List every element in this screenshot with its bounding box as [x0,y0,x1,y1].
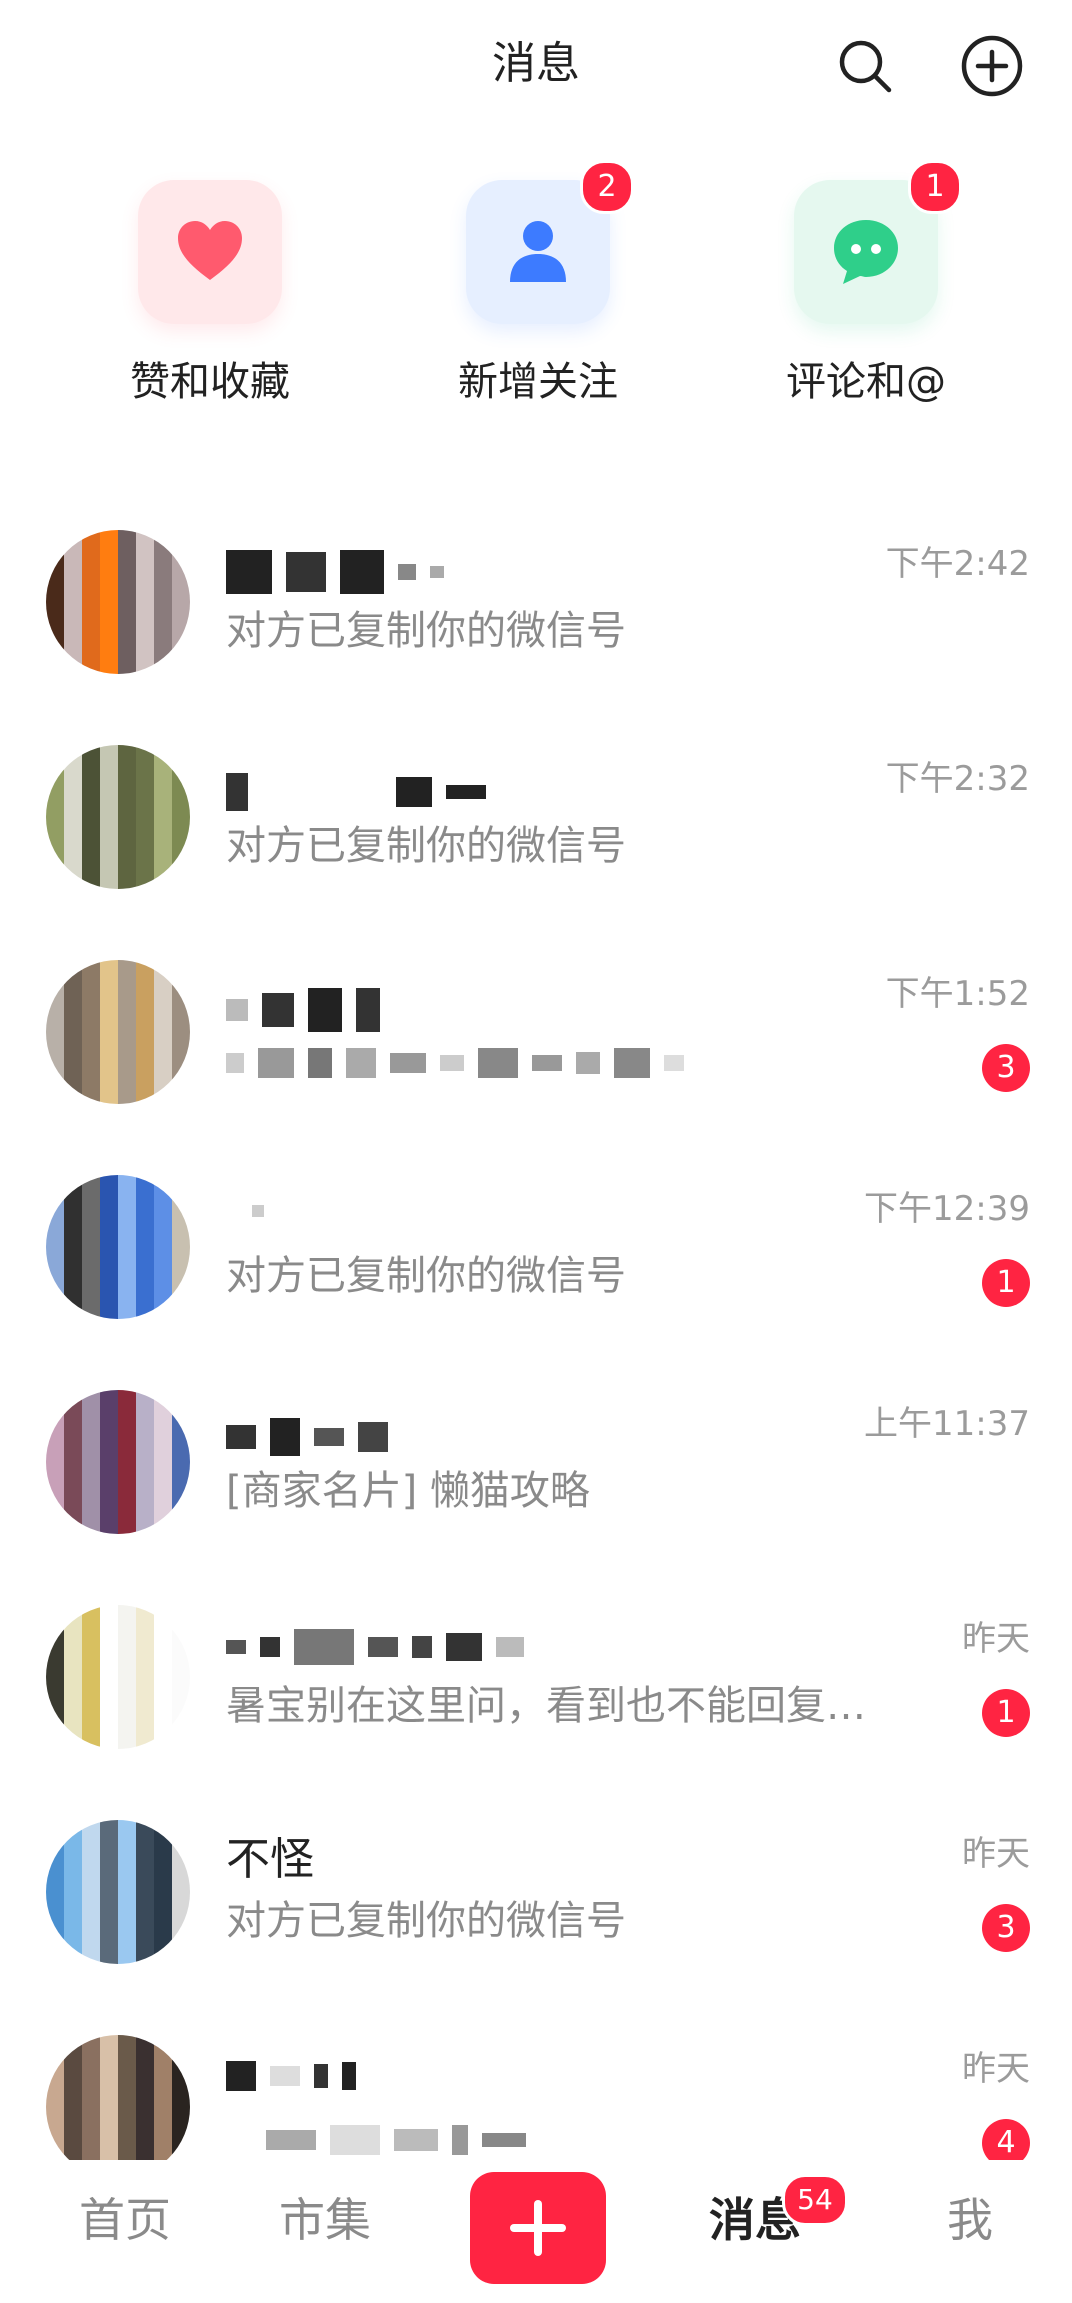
unread-badge: 1 [982,1689,1030,1737]
avatar [46,530,190,674]
top-bar: 消息 [0,0,1072,130]
new-followers-button[interactable]: 2 新增关注 [408,160,668,418]
nav-home[interactable]: 首页 [60,2190,190,2250]
avatar [46,1175,190,1319]
message-time: 下午1:52 [885,974,1030,1014]
message-time: 上午11:37 [864,1404,1030,1444]
messages-badge: 54 [782,2174,848,2226]
name-redacted [252,1205,278,1217]
new-followers-label: 新增关注 [458,359,618,405]
message-row[interactable]: 对方已复制你的微信号 下午2:32 [0,735,1072,950]
add-button[interactable] [960,34,1024,98]
message-preview: [商家名片] 懒猫攻略 [226,1468,590,1514]
plus-circle-icon [961,35,1023,97]
name-redacted [226,773,500,811]
person-icon [510,221,566,282]
message-preview: 对方已复制你的微信号 [226,1898,626,1944]
avatar [46,745,190,889]
nav-me[interactable]: 我 [905,2190,1035,2250]
publish-button[interactable] [470,2172,606,2284]
message-preview: 对方已复制你的微信号 [226,608,626,654]
new-followers-badge: 2 [580,160,634,214]
unread-badge: 3 [982,1904,1030,1952]
comments-and-mentions-button[interactable]: 1 评论和@ [736,160,996,418]
message-preview: 对方已复制你的微信号 [226,823,626,869]
message-row[interactable]: 不怪 对方已复制你的微信号 昨天 3 [0,1810,1072,2025]
message-time: 昨天 [962,2049,1030,2089]
message-time: 下午2:42 [885,544,1030,584]
bottom-nav: 首页 市集 消息 54 我 [0,2160,1072,2303]
name-redacted [226,988,394,1032]
message-time: 昨天 [962,1834,1030,1874]
message-preview: 对方已复制你的微信号 [226,1253,626,1299]
avatar [46,1390,190,1534]
message-row[interactable]: [商家名片] 懒猫攻略 上午11:37 [0,1380,1072,1595]
message-row[interactable]: 对方已复制你的微信号 下午12:39 1 [0,1165,1072,1380]
name-redacted [226,1418,402,1456]
search-icon [839,40,892,93]
unread-badge: 1 [982,1259,1030,1307]
message-row[interactable]: 下午1:52 3 [0,950,1072,1165]
avatar [46,960,190,1104]
heart-icon [178,221,242,280]
plus-icon [510,2200,566,2256]
likes-icon-tile [138,180,282,324]
name-redacted [226,2061,370,2091]
nav-market[interactable]: 市集 [260,2190,390,2250]
preview-redacted [226,1048,698,1078]
message-time: 下午2:32 [885,759,1030,799]
avatar [46,1605,190,1749]
search-button[interactable] [833,34,897,98]
unread-badge: 3 [982,1044,1030,1092]
message-row[interactable]: 对方已复制你的微信号 下午2:42 [0,520,1072,735]
preview-redacted [266,2125,540,2155]
message-time: 下午12:39 [864,1189,1030,1229]
message-preview: 暑宝别在这里问，看到也不能回复… [226,1683,866,1729]
avatar [46,1820,190,1964]
likes-label: 赞和收藏 [130,359,290,405]
contact-name: 不怪 [226,1834,314,1885]
name-redacted [226,1629,538,1665]
quick-actions: 赞和收藏 2 新增关注 1 评论和@ [0,160,1072,418]
comments-label: 评论和@ [786,359,946,405]
comment-icon [834,220,898,284]
message-time: 昨天 [962,1619,1030,1659]
name-redacted [226,550,458,594]
avatar [46,2035,190,2179]
comments-badge: 1 [908,160,962,214]
page-title: 消息 [492,38,580,89]
likes-and-favorites-button[interactable]: 赞和收藏 [80,178,340,418]
message-row[interactable]: 暑宝别在这里问，看到也不能回复… 昨天 1 [0,1595,1072,1810]
